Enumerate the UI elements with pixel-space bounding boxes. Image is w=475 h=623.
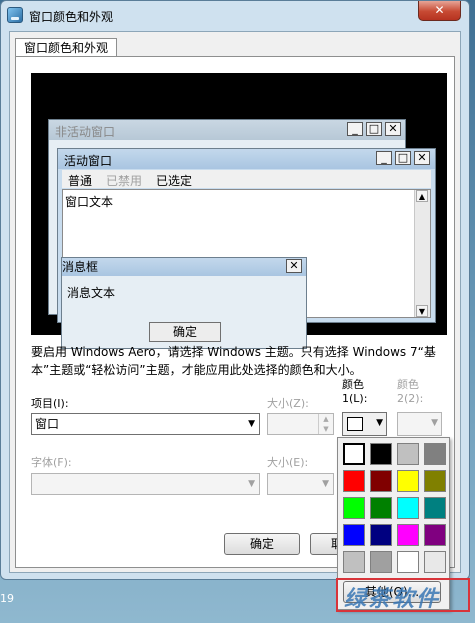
chevron-down-icon: ▼ [431,418,438,428]
desktop-clock-fragment: 19 [0,592,14,605]
size2-dropdown[interactable]: ▼ [267,473,334,495]
color-swatch[interactable] [397,497,419,519]
color-swatch[interactable] [343,443,365,465]
color-swatch[interactable] [343,497,365,519]
close-icon: ✕ [385,122,401,136]
item-dropdown[interactable]: 窗口 ▼ [31,413,260,435]
ok-button[interactable]: 确定 [224,533,300,555]
tab-window-color[interactable]: 窗口颜色和外观 [15,38,118,57]
maximize-icon: □ [395,151,411,165]
color1-button[interactable]: ▼ [342,412,387,436]
watermark-text: 绿茶软件 [344,586,441,612]
color-swatch[interactable] [370,551,392,573]
close-button[interactable]: ✕ [418,1,461,21]
title-bar[interactable]: 窗口颜色和外观 ✕ [1,1,469,31]
appearance-preview: 非活动窗口 _ □ ✕ 活动窗口 _ □ ✕ 普通 已禁用 已选定 窗口文本 ▲… [31,73,447,349]
menu-item-disabled[interactable]: 已禁用 [106,172,142,189]
color-swatch[interactable] [424,443,446,465]
close-icon: ✕ [286,259,302,273]
color-swatch[interactable] [424,470,446,492]
color-swatch[interactable] [343,470,365,492]
app-icon [7,7,23,23]
chevron-down-icon: ▼ [248,479,255,489]
color-swatch[interactable] [370,470,392,492]
minimize-icon: _ [347,122,363,136]
inactive-title-bar: 非活动窗口 _ □ ✕ [49,120,405,140]
minimize-icon: _ [376,151,392,165]
size2-label: 大小(E): [267,456,309,469]
color-swatch[interactable] [370,524,392,546]
color-swatch[interactable] [424,497,446,519]
color-swatch[interactable] [397,524,419,546]
item-dropdown-value: 窗口 [35,417,60,431]
scroll-down-icon[interactable]: ▼ [416,305,428,317]
active-window-title: 活动窗口 [64,154,113,168]
color-swatch[interactable] [397,551,419,573]
color-swatch[interactable] [370,443,392,465]
menu-item-selected[interactable]: 已选定 [156,172,192,189]
color2-label-top: 颜色 [397,378,419,391]
message-box-title-bar: 消息框 ✕ [62,258,306,276]
message-text: 消息文本 [67,286,116,300]
chevron-down-icon: ▼ [376,418,383,428]
item-label: 项目(I): [31,397,69,410]
color-swatch[interactable] [397,470,419,492]
color1-swatch [347,417,363,431]
preview-menu-bar: 普通 已禁用 已选定 [62,170,431,188]
color-swatch[interactable] [343,551,365,573]
preview-scrollbar[interactable]: ▲ ▼ [414,190,430,317]
chevron-down-icon: ▼ [322,479,329,489]
window-title: 窗口颜色和外观 [29,10,114,24]
maximize-icon: □ [366,122,382,136]
close-icon: ✕ [414,151,430,165]
message-box-title: 消息框 [62,260,99,274]
window-text-label: 窗口文本 [65,195,114,209]
color-swatch[interactable] [397,443,419,465]
font-dropdown[interactable]: ▼ [31,473,260,495]
color-swatch[interactable] [424,551,446,573]
active-title-bar: 活动窗口 _ □ ✕ [58,149,435,169]
size1-label: 大小(Z): [267,397,309,410]
chevron-down-icon: ▼ [248,419,255,429]
color-swatch[interactable] [424,524,446,546]
aero-description: 要启用 Windows Aero，请选择 Windows 主题。只有选择 Win… [31,345,436,377]
preview-ok-button[interactable]: 确定 [149,322,221,342]
font-label: 字体(F): [31,456,72,469]
color2-button[interactable]: ▼ [397,412,442,436]
scroll-up-icon[interactable]: ▲ [416,190,428,202]
inactive-window-title: 非活动窗口 [55,125,116,139]
color1-label-bottom: 1(L): [342,392,368,405]
menu-item-normal[interactable]: 普通 [68,172,92,189]
color1-label-top: 颜色 [342,378,364,391]
spin-down-icon[interactable]: ▼ [318,424,333,434]
message-box-preview[interactable]: 消息框 ✕ 消息文本 确定 [61,257,307,349]
watermark-logo: 绿茶软件 [336,578,470,612]
color-swatch[interactable] [343,524,365,546]
spin-up-icon[interactable]: ▲ [318,414,333,424]
color2-label-bottom: 2(2): [397,392,424,405]
size1-spinner[interactable]: ▲ ▼ [267,413,334,435]
color-swatch[interactable] [370,497,392,519]
